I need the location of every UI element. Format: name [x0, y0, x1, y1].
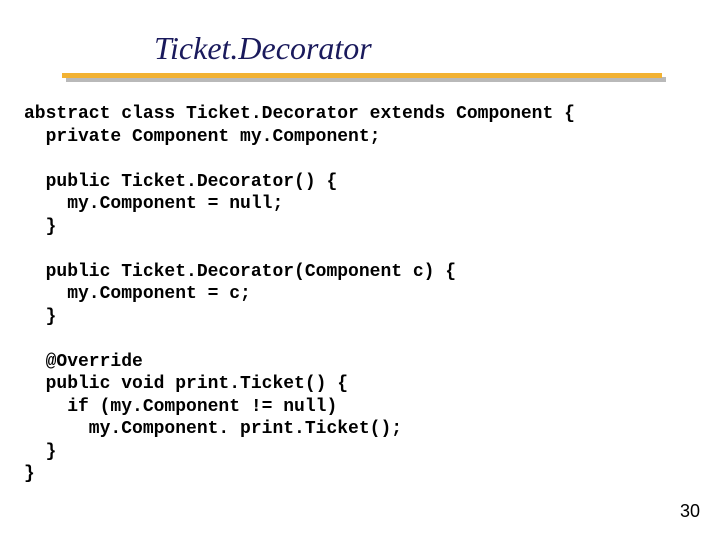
title-underline — [24, 73, 696, 89]
slide-title: Ticket.Decorator — [154, 30, 696, 67]
page-number: 30 — [680, 501, 700, 522]
slide: Ticket.Decorator abstract class Ticket.D… — [0, 0, 720, 540]
code-block: abstract class Ticket.Decorator extends … — [24, 103, 696, 486]
underline-bar — [62, 73, 662, 78]
